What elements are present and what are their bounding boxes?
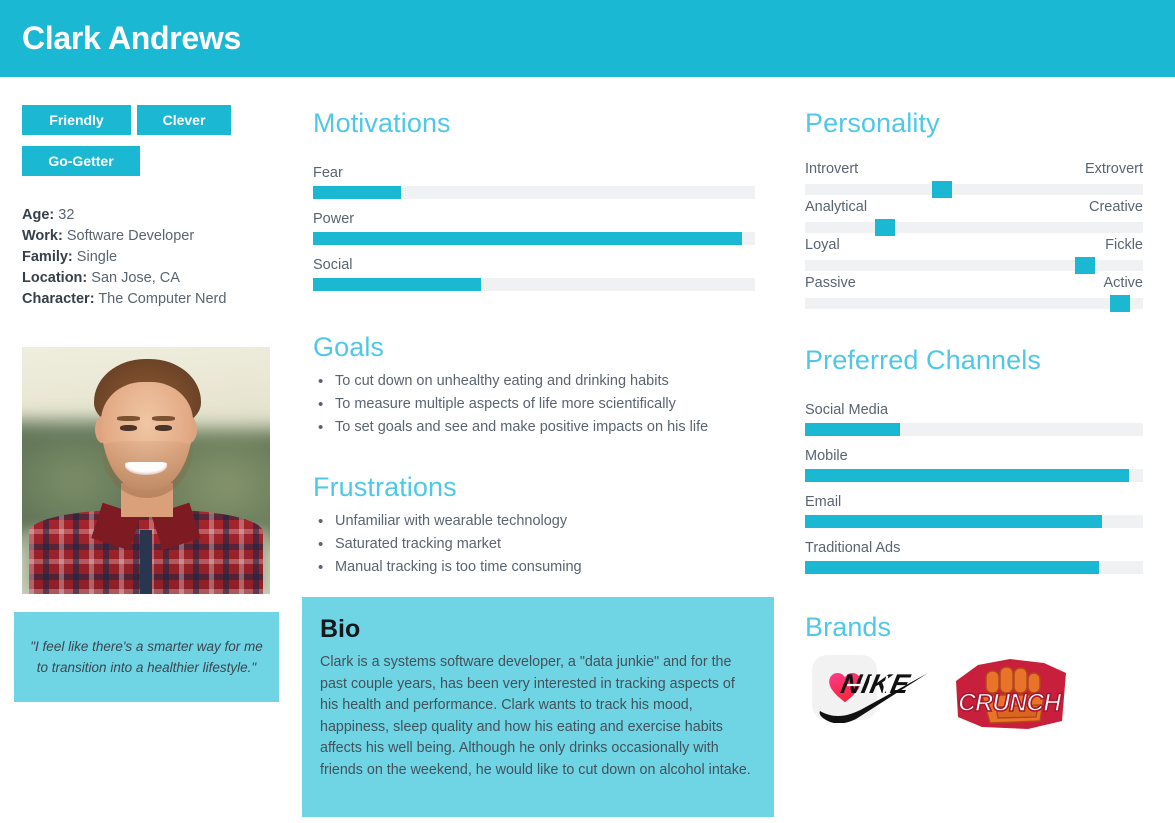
personality-slider-loyal-fickle[interactable]: [805, 257, 1143, 274]
goals-list: To cut down on unhealthy eating and drin…: [313, 370, 763, 439]
personality-label-fickle: Fickle: [1105, 237, 1143, 253]
bio-title: Bio: [320, 615, 361, 643]
list-item: Manual tracking is too time consuming: [313, 556, 763, 579]
channel-label-email: Email: [805, 494, 842, 510]
channel-bar-mobile-fill: [805, 469, 1130, 482]
demographic-value: San Jose, CA: [91, 270, 180, 286]
trait-tag-label: Friendly: [49, 112, 104, 128]
frustrations-list: Unfamiliar with wearable technology Satu…: [313, 510, 763, 579]
demographic-value: The Computer Nerd: [98, 291, 227, 307]
personality-label-extrovert: Extrovert: [1084, 161, 1143, 177]
trait-tag-go-getter[interactable]: Go-Getter: [22, 146, 140, 176]
personality-slider-analytical-creative[interactable]: [805, 219, 1143, 236]
list-item: To set goals and see and make positive i…: [313, 416, 763, 439]
demographic-key: Family:: [22, 249, 73, 265]
channel-bar-traditional-ads-fill: [805, 561, 1100, 574]
personality-label-loyal: Loyal: [805, 237, 840, 253]
demographic-key: Age:: [22, 207, 55, 223]
motivation-bar-fear: [313, 186, 755, 199]
slider-thumb[interactable]: [932, 181, 953, 198]
slider-thumb[interactable]: [874, 219, 895, 236]
persona-quote-block: "I feel like there's a smarter way for m…: [14, 612, 279, 702]
section-heading-preferred-channels: Preferred Channels: [805, 345, 1041, 375]
demographic-row: Family: Single: [22, 247, 282, 268]
demographics-list: Age: 32 Work: Software Developer Family:…: [22, 205, 282, 310]
personality-slider-passive-active[interactable]: [805, 295, 1143, 312]
channel-bar-mobile: [805, 469, 1143, 482]
photo-eye-right: [154, 424, 173, 431]
demographic-row: Location: San Jose, CA: [22, 268, 282, 289]
channel-label-social-media: Social Media: [805, 402, 889, 418]
motivation-bar-power: [313, 232, 755, 245]
personality-label-active: Active: [1103, 275, 1144, 291]
section-heading-goals: Goals: [313, 332, 385, 362]
slider-thumb[interactable]: [1075, 257, 1096, 274]
motivation-label-fear: Fear: [313, 165, 343, 181]
demographic-row: Work: Software Developer: [22, 226, 282, 247]
personality-slider-introvert-extrovert[interactable]: [805, 181, 1143, 198]
motivation-label-power: Power: [313, 211, 355, 227]
motivation-bar-power-fill: [313, 232, 742, 245]
personality-label-introvert: Introvert: [805, 161, 859, 177]
motivation-bar-fear-fill: [313, 186, 402, 199]
demographic-value: 32: [58, 207, 75, 223]
channel-label-traditional-ads: Traditional Ads: [805, 540, 901, 556]
demographic-row: Character: The Computer Nerd: [22, 289, 282, 310]
channel-bar-social-media: [805, 423, 1143, 436]
list-item: To cut down on unhealthy eating and drin…: [313, 370, 763, 393]
motivation-bar-social-fill: [313, 278, 481, 291]
demographic-value: Single: [76, 249, 118, 265]
list-item: Saturated tracking market: [313, 533, 763, 556]
section-heading-brands: Brands: [805, 612, 892, 642]
personality-label-analytical: Analytical: [805, 199, 868, 215]
persona-portrait-photo: [22, 347, 270, 594]
motivation-bar-social: [313, 278, 755, 291]
trait-tag-clever[interactable]: Clever: [137, 105, 231, 135]
page-header: Clark Andrews: [0, 0, 1175, 77]
persona-page: Clark Andrews Friendly Clever Go-Getter …: [0, 0, 1175, 823]
personality-label-passive: Passive: [805, 275, 856, 291]
demographic-key: Work:: [22, 228, 63, 244]
slider-thumb[interactable]: [1110, 295, 1131, 312]
list-item: To measure multiple aspects of life more…: [313, 393, 763, 416]
trait-tag-label: Clever: [162, 112, 206, 128]
demographic-key: Location:: [22, 270, 88, 286]
channel-bar-traditional-ads: [805, 561, 1143, 574]
motivation-label-social: Social: [313, 257, 353, 273]
photo-eye-left: [119, 424, 138, 431]
section-heading-personality: Personality: [805, 108, 940, 138]
persona-quote-text: "I feel like there's a smarter way for m…: [30, 639, 263, 675]
section-heading-frustrations: Frustrations: [313, 472, 457, 502]
channel-label-mobile: Mobile: [805, 448, 848, 464]
trait-tag-label: Go-Getter: [48, 153, 114, 169]
demographic-value: Software Developer: [66, 228, 195, 244]
demographic-key: Character:: [22, 291, 95, 307]
svg-text:NIKE: NIKE: [838, 668, 913, 699]
list-item: Unfamiliar with wearable technology: [313, 510, 763, 533]
svg-text:CRUNCH: CRUNCH: [958, 689, 1062, 717]
trait-tag-friendly[interactable]: Friendly: [22, 105, 131, 135]
channel-bar-email-fill: [805, 515, 1103, 528]
brands-logo-row: NIKE CRUNCH: [812, 655, 1152, 750]
section-heading-motivations: Motivations: [313, 108, 451, 138]
bio-text: Clark is a systems software developer, a…: [320, 654, 751, 778]
photo-eyebrow-right: [152, 416, 175, 421]
channel-bar-social-media-fill: [805, 423, 900, 436]
page-title: Clark Andrews: [22, 20, 241, 56]
personality-label-creative: Creative: [1089, 199, 1143, 215]
nike-logo: NIKE: [819, 668, 928, 723]
crunch-logo: CRUNCH: [956, 659, 1066, 729]
photo-eyebrow-left: [117, 416, 140, 421]
photo-shirt-placket: [139, 529, 153, 594]
channel-bar-email: [805, 515, 1143, 528]
bio-card: Bio Clark is a systems software develope…: [302, 597, 774, 817]
demographic-row: Age: 32: [22, 205, 282, 226]
